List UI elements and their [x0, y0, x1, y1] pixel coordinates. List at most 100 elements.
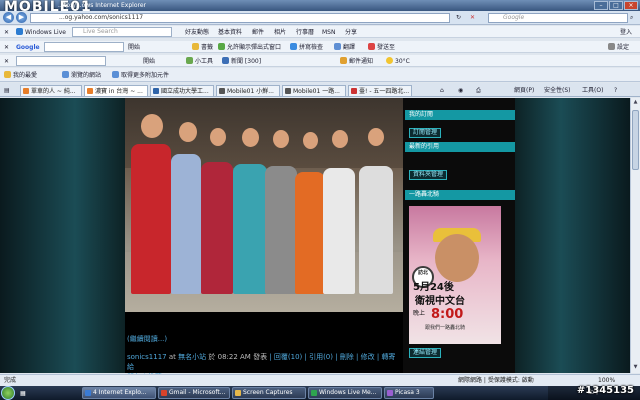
person-blue-shirt: [171, 154, 201, 294]
toolbar1-item-calendar[interactable]: 行事曆: [296, 28, 314, 37]
blog-main-column: (繼續閱讀...) sonics1117 at 無名小站 於 08:22 AM …: [125, 98, 403, 381]
toolbar1-item-share[interactable]: 分享: [345, 28, 357, 37]
scroll-up-icon[interactable]: ▲: [632, 99, 639, 107]
status-text: 完成: [4, 377, 17, 384]
popup-icon: [218, 43, 225, 50]
toolbar3-close-icon[interactable]: ✕: [4, 57, 9, 66]
translate-button[interactable]: 翻譯: [334, 43, 355, 52]
toolbar1-item-profile[interactable]: 基本資料: [218, 28, 242, 37]
popup-blocker-button[interactable]: 允許顯示彈出式窗口: [218, 43, 281, 52]
quick-launch-icon[interactable]: ▦: [20, 389, 26, 398]
tab-4[interactable]: Mobile01 小鮮...: [216, 85, 280, 96]
person-red-jersey: [131, 144, 171, 294]
post-category[interactable]: 無名小站: [178, 353, 206, 361]
spellcheck-button[interactable]: 拼寫檢查: [290, 43, 323, 52]
stop-icon[interactable]: ✕: [470, 13, 475, 22]
smiling-face: [435, 234, 479, 282]
minimize-button[interactable]: –: [594, 1, 608, 10]
bookmarks-button[interactable]: 書籤: [192, 43, 213, 52]
delete-link[interactable]: 刪除: [340, 353, 354, 361]
tab-favicon: [285, 88, 291, 94]
folder-manage-button[interactable]: 資料夾管理: [409, 170, 448, 180]
refresh-icon[interactable]: ↻: [456, 13, 461, 22]
page-content: (繼續閱讀...) sonics1117 at 無名小站 於 08:22 AM …: [0, 98, 640, 381]
task-screen-captures[interactable]: Screen Captures: [232, 387, 306, 399]
edit-link[interactable]: 修改: [361, 353, 375, 361]
back-button[interactable]: ◀: [3, 12, 14, 23]
head: [332, 130, 348, 148]
status-bar: 完成 網際網路 | 受保護模式: 啟動 100%: [0, 374, 640, 386]
toolbar3-open-button[interactable]: 開始: [143, 57, 155, 66]
toolbar1-item-msn[interactable]: MSN: [322, 28, 335, 37]
google-open-button[interactable]: 開始: [128, 43, 140, 52]
scroll-down-icon[interactable]: ▼: [632, 364, 639, 372]
head: [368, 128, 384, 146]
tab-6[interactable]: 臺! - 五一四路北...: [348, 85, 412, 96]
task-ie[interactable]: 4 Internet Explo...: [82, 387, 156, 399]
tab-3[interactable]: 國立成功大學工...: [150, 85, 214, 96]
ad-channel: 衛視中文台: [415, 296, 465, 307]
help-icon[interactable]: ?: [614, 86, 617, 95]
toolbar3-search-input[interactable]: [16, 56, 106, 66]
mail-icon: [340, 57, 347, 64]
toolbar1-item-mail[interactable]: 郵件: [252, 28, 264, 37]
google-settings-button[interactable]: 設定: [608, 43, 629, 52]
close-button[interactable]: ×: [624, 1, 638, 10]
tab-favicon: [219, 88, 225, 94]
windows-live-label[interactable]: Windows Live: [16, 28, 66, 37]
toolbar1-item-friends[interactable]: 好友動態: [185, 28, 209, 37]
task-windows-live[interactable]: Windows Live Me...: [308, 387, 382, 399]
print-icon[interactable]: ⎙: [476, 86, 481, 95]
title-bar: MOBILE01 ...tp://...ows Internet Explore…: [0, 0, 640, 15]
tab-5[interactable]: Mobile01 一路...: [282, 85, 346, 96]
task-picasa[interactable]: Picasa 3: [384, 387, 434, 399]
toolbar1-item-photos[interactable]: 相片: [274, 28, 286, 37]
url-input[interactable]: ...og.yahoo.com/sonics1117: [30, 13, 450, 23]
news-button[interactable]: 新聞 [300]: [222, 57, 261, 66]
post-author[interactable]: sonics1117: [127, 353, 167, 361]
tab-1[interactable]: 單車的人 ~ 純...: [20, 85, 82, 96]
subscribe-manage-button[interactable]: 訂閱管理: [409, 128, 442, 138]
gadgets-button[interactable]: 小工具: [186, 57, 213, 66]
fav-item-suggested[interactable]: 瀏覽的網站: [62, 71, 101, 80]
task-gmail[interactable]: Gmail - Microsoft...: [158, 387, 230, 399]
scroll-thumb[interactable]: [632, 110, 639, 170]
live-search-input[interactable]: Live Search: [72, 27, 172, 37]
reply-link[interactable]: 回覆(10): [274, 353, 302, 361]
windows-live-toolbar: ✕ Windows Live Live Search 好友動態 基本資料 郵件 …: [0, 26, 640, 38]
safety-menu[interactable]: 安全性(S): [544, 86, 571, 95]
search-icon[interactable]: ⌕: [630, 13, 633, 22]
favorites-star-icon: [4, 71, 11, 78]
tab-2[interactable]: 濃寶 in 台灣 ~ ...: [84, 85, 148, 96]
search-input[interactable]: Google: [488, 13, 628, 23]
fav-item-addons[interactable]: 取得更多附加元件: [112, 71, 169, 80]
start-button[interactable]: [1, 386, 15, 400]
forward-button[interactable]: ▶: [16, 12, 27, 23]
page-menu[interactable]: 網頁(P): [514, 86, 534, 95]
home-icon[interactable]: ⌂: [440, 86, 444, 95]
mail-notify-button[interactable]: 郵件通知: [340, 57, 373, 66]
toolbar2-close-icon[interactable]: ✕: [4, 43, 9, 52]
vertical-scrollbar[interactable]: ▲ ▼: [630, 98, 640, 373]
group-cyclists-photo[interactable]: [125, 98, 403, 312]
gmail-icon: [161, 390, 167, 396]
window-controls: – □ ×: [594, 1, 638, 10]
weather-widget[interactable]: 30°C: [386, 57, 410, 66]
toolbar-close-icon[interactable]: ✕: [4, 28, 9, 37]
trackback-link[interactable]: 引用(0): [309, 353, 333, 361]
ad-tagline: 跟我們一路轟北騎: [425, 325, 466, 331]
person-teal: [233, 164, 267, 294]
favorites-button[interactable]: 我的最愛: [4, 71, 37, 80]
maximize-button[interactable]: □: [609, 1, 623, 10]
person-orange: [295, 172, 325, 294]
send-to-button[interactable]: 發送至: [368, 43, 395, 52]
read-more-link[interactable]: (繼續閱讀...): [127, 334, 167, 344]
tab-list-icon[interactable]: ▤: [4, 86, 10, 95]
tools-menu[interactable]: 工具(O): [582, 86, 603, 95]
signin-link[interactable]: 登入: [620, 28, 632, 37]
ride-north-banner[interactable]: 訪北 5月24後 衛視中文台 晚上 8:00 跟我們一路轟北騎: [409, 206, 501, 344]
google-search-input[interactable]: [44, 42, 124, 52]
link-manage-button[interactable]: 連結管理: [409, 348, 442, 358]
ride-north-heading: 一路轟北騎: [405, 190, 515, 200]
feeds-icon[interactable]: ◉: [458, 86, 463, 95]
